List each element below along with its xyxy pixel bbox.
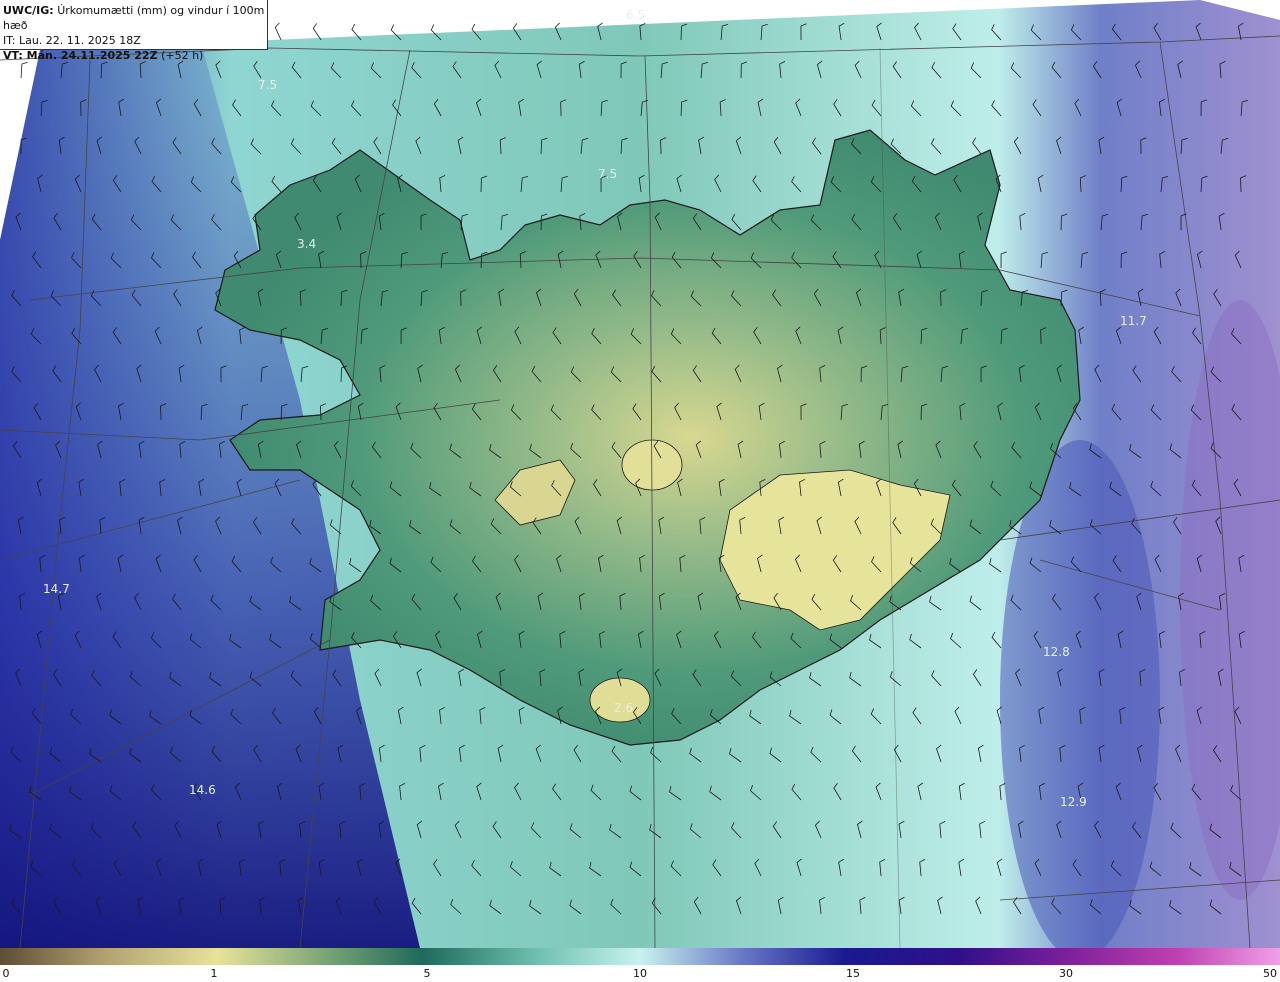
- colorbar-tick: 5: [423, 967, 431, 980]
- myrdalsjokull-glacier: [589, 677, 651, 723]
- colorbar-tick: 30: [1059, 967, 1073, 980]
- map-label: 7.5: [258, 78, 277, 92]
- map-label: 7.5: [598, 167, 617, 181]
- map-label: 3.4: [297, 237, 316, 251]
- map-header: UWC/IG: Úrkomumætti (mm) og vindur í 100…: [0, 0, 268, 62]
- colorbar-tick: 15: [846, 967, 860, 980]
- colorbar-tick: 50: [1263, 967, 1277, 980]
- map-label: 6.5: [626, 8, 645, 22]
- init-time: IT: Lau. 22. 11. 2025 18Z: [3, 34, 141, 47]
- valid-time: VT: Mán. 24.11.2025 22Z (+52 h): [3, 49, 204, 62]
- map-label: 2.6: [614, 701, 633, 715]
- map-title: UWC/IG: Úrkomumætti (mm) og vindur í 100…: [3, 4, 265, 32]
- colorbar-ramp: [0, 948, 1280, 965]
- map-label: 14.6: [189, 783, 216, 797]
- map-label: 12.8: [1043, 645, 1070, 659]
- map-canvas: 6.5 7.5 7.5 3.4 11.7 14.7 12.8 14.6 12.9…: [0, 0, 1280, 960]
- precipitation-map: 6.5 7.5 7.5 3.4 11.7 14.7 12.8 14.6 12.9…: [0, 0, 1280, 960]
- colorbar-tick: 10: [633, 967, 647, 980]
- colorbar-tick: 1: [210, 967, 218, 980]
- map-label: 11.7: [1120, 314, 1147, 328]
- map-label: 14.7: [43, 582, 70, 596]
- colorbar-tick: 0: [2, 967, 10, 980]
- map-label: 12.9: [1060, 795, 1087, 809]
